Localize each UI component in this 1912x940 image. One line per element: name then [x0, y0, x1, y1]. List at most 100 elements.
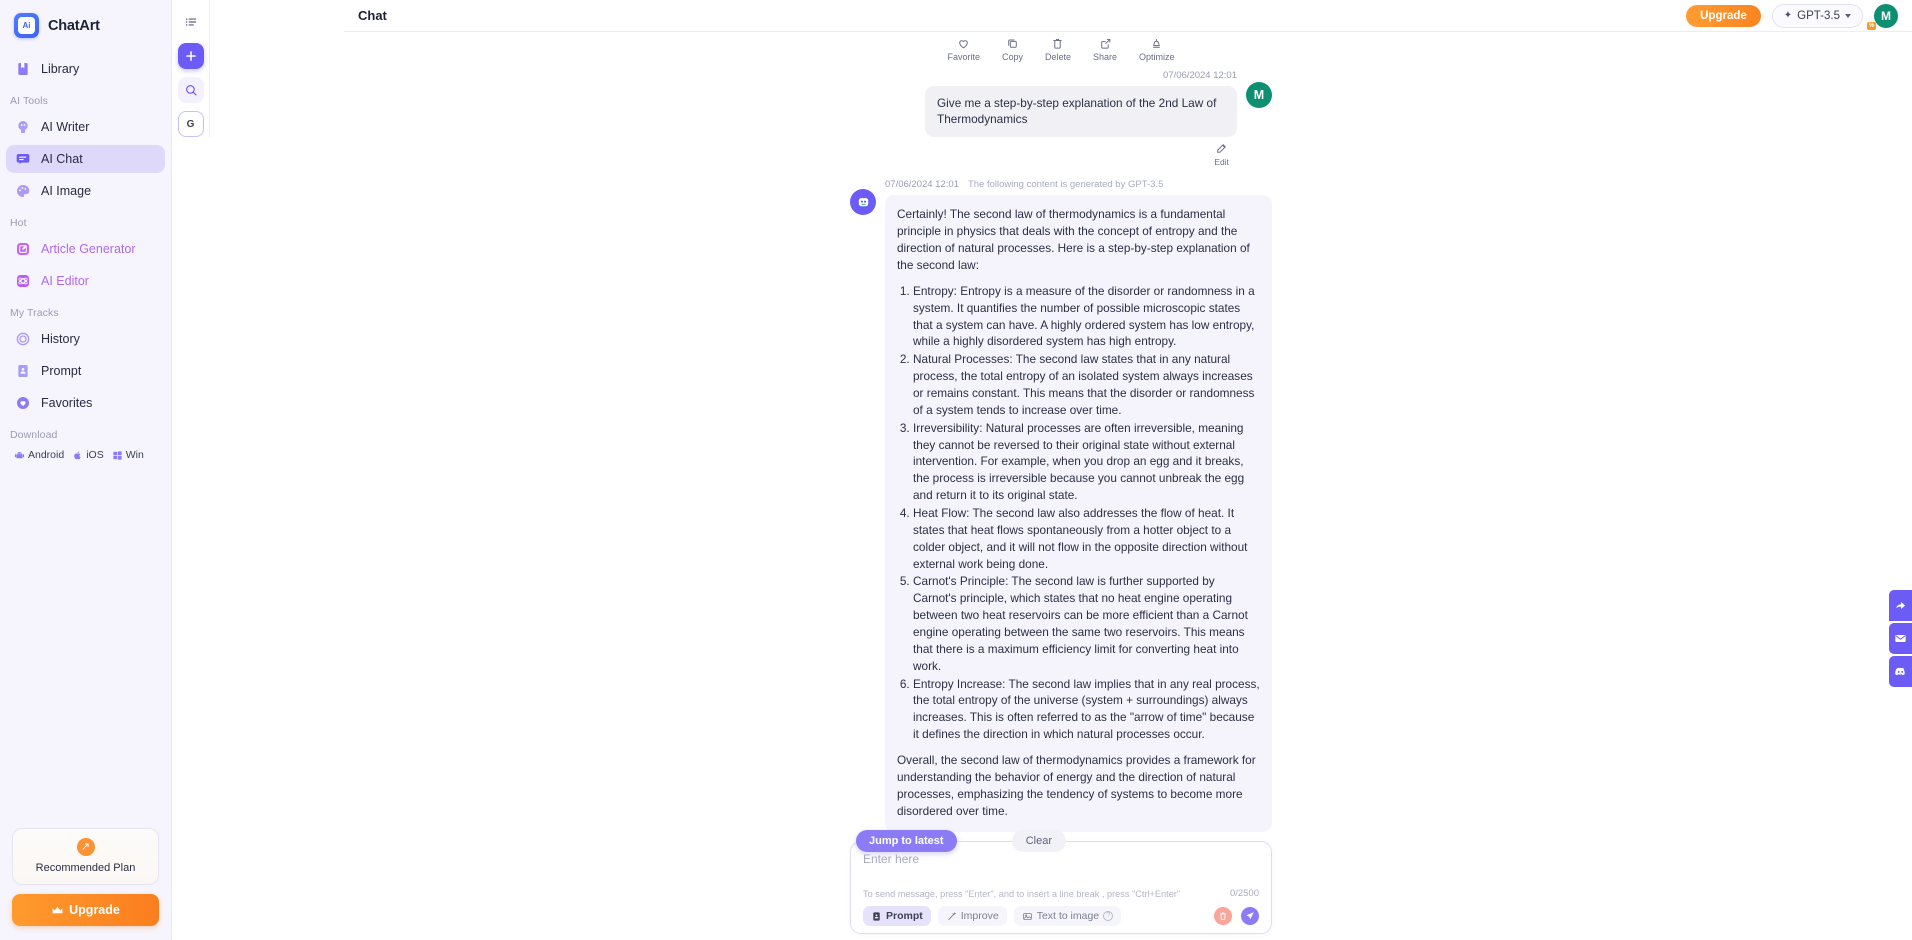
section-label-ai-tools: AI Tools [10, 95, 48, 107]
assistant-steps-list: Entropy: Entropy is a measure of the dis… [897, 283, 1260, 743]
tool-label: Optimize [1139, 52, 1175, 62]
optimize-icon [1153, 39, 1161, 48]
favorite-button[interactable]: Favorite [947, 37, 980, 62]
optimize-button[interactable]: Optimize [1139, 37, 1175, 62]
recommended-plan-label: Recommended Plan [35, 862, 136, 874]
sidebar-item-ai-editor[interactable]: AI Editor [6, 267, 165, 295]
brand-name: ChatArt [48, 17, 100, 34]
sidebar-item-label: Article Generator [41, 242, 136, 256]
user-avatar[interactable]: M [1246, 82, 1272, 108]
sidebar-item-favorites[interactable]: Favorites [6, 389, 165, 417]
image-icon [1022, 912, 1032, 920]
share-button[interactable]: Share [1093, 37, 1117, 62]
sidebar-item-prompt[interactable]: Prompt [6, 357, 165, 385]
search-button[interactable] [177, 77, 204, 103]
top-bar: Chat Upgrade ✦ GPT-3.5 M % [344, 0, 1912, 32]
download-label: iOS [86, 449, 104, 461]
icon-rail: G [172, 0, 210, 137]
section-label-hot: Hot [10, 217, 27, 229]
send-button[interactable] [1241, 907, 1259, 925]
sidebar-item-library[interactable]: Library [6, 55, 165, 83]
user-message-timestamp: 07/06/2024 12:01 [1163, 70, 1237, 81]
composer-wrapper: Enter here To send message, press "Enter… [210, 841, 1912, 934]
conversation-list-icon[interactable] [178, 9, 204, 35]
favorites-icon [15, 395, 31, 411]
chat-scroll-area[interactable]: Favorite Copy Delete Share Optimize 07/0… [210, 32, 1912, 940]
assistant-timestamp: 07/06/2024 12:01 [885, 179, 959, 191]
robot-icon [858, 198, 868, 207]
sidebar-item-label: Library [41, 62, 80, 76]
improve-chip[interactable]: Improve [937, 906, 1007, 926]
character-counter: 0/2500 [1229, 888, 1259, 899]
windows-icon [113, 450, 122, 460]
magic-wand-icon [948, 911, 956, 920]
jump-to-latest-button[interactable]: Jump to latest [856, 830, 957, 852]
avatar-discount-badge: % [1867, 21, 1877, 30]
sidebar-item-ai-writer[interactable]: AI Writer [6, 113, 165, 141]
edit-button[interactable]: Edit [1214, 142, 1229, 167]
sparkle-icon: ✦ [1783, 10, 1793, 21]
chevron-down-icon [1845, 13, 1851, 18]
discord-icon [1895, 667, 1905, 676]
download-label: Android [28, 449, 65, 461]
message-action-toolbar: Favorite Copy Delete Share Optimize [850, 34, 1272, 68]
message-input[interactable]: Enter here [863, 852, 1259, 874]
delete-button[interactable]: Delete [1045, 37, 1071, 62]
apple-icon [74, 450, 81, 459]
floating-action-rail [1889, 590, 1912, 687]
clear-button[interactable]: Clear [1011, 830, 1066, 852]
composer-tools: Prompt Improve Text to image ? [863, 906, 1259, 926]
assistant-message-column: 07/06/2024 12:01 The following content i… [885, 179, 1272, 833]
sidebar-item-label: AI Writer [41, 120, 90, 134]
help-icon[interactable]: ? [1103, 911, 1114, 921]
avatar[interactable]: M % [1867, 3, 1898, 30]
list-item: Carnot's Principle: The second law is fu… [913, 573, 1260, 674]
download-win[interactable]: Win [112, 449, 144, 461]
discord-float-button[interactable] [1889, 656, 1912, 687]
text-to-image-chip[interactable]: Text to image ? [1013, 906, 1122, 926]
library-icon [15, 61, 31, 77]
brand[interactable]: Ai ChatArt [0, 0, 171, 51]
download-android[interactable]: Android [14, 449, 64, 461]
assistant-outro: Overall, the second law of thermodynamic… [897, 753, 1256, 818]
sidebar-item-label: AI Image [41, 184, 92, 198]
edit-label: Edit [1214, 157, 1229, 168]
sidebar-item-ai-image[interactable]: AI Image [6, 177, 165, 205]
edit-icon [1217, 144, 1227, 154]
list-item: Entropy Increase: The second law implies… [913, 676, 1260, 743]
top-bar-right: Upgrade ✦ GPT-3.5 M % [1686, 3, 1898, 30]
sidebar-item-article-generator[interactable]: Article Generator [6, 235, 165, 263]
sidebar-item-ai-chat[interactable]: AI Chat [6, 145, 165, 173]
upgrade-button-sidebar[interactable]: Upgrade [12, 894, 159, 926]
list-icon [185, 18, 196, 26]
sidebar-item-history[interactable]: History [6, 325, 165, 353]
download-label: Win [125, 449, 144, 461]
recommended-plan-card[interactable]: ↗ Recommended Plan [12, 828, 159, 885]
list-item: Heat Flow: The second law also addresses… [913, 505, 1260, 572]
mail-float-button[interactable] [1889, 623, 1912, 654]
model-selector[interactable]: ✦ GPT-3.5 [1771, 3, 1863, 28]
workspace-avatar[interactable]: G [177, 111, 204, 137]
clear-input-button[interactable] [1214, 907, 1232, 925]
section-label-download: Download [10, 429, 58, 441]
new-chat-button[interactable] [177, 43, 204, 69]
chip-label: Improve [960, 910, 999, 922]
section-label-my-tracks: My Tracks [10, 307, 59, 319]
share-arrow-icon [1896, 601, 1906, 610]
tool-label: Copy [1001, 52, 1023, 62]
ai-chat-icon [15, 151, 31, 167]
trash-icon [1053, 38, 1063, 49]
list-item: Irreversibility: Natural processes are o… [913, 420, 1260, 504]
upgrade-label: Upgrade [69, 903, 120, 917]
prompt-chip[interactable]: Prompt [863, 906, 931, 926]
prompt-icon [873, 911, 880, 921]
assistant-avatar [850, 189, 876, 216]
share-icon [1100, 38, 1110, 49]
download-ios[interactable]: iOS [72, 449, 104, 461]
brand-logo-text: Ai [18, 17, 35, 34]
assistant-message-body: Certainly! The second law of thermodynam… [885, 195, 1272, 833]
user-message: 07/06/2024 12:01 Give me a step-by-step … [850, 70, 1272, 167]
share-float-button[interactable] [1889, 590, 1912, 621]
upgrade-button-header[interactable]: Upgrade [1686, 4, 1761, 27]
copy-button[interactable]: Copy [1002, 37, 1023, 62]
